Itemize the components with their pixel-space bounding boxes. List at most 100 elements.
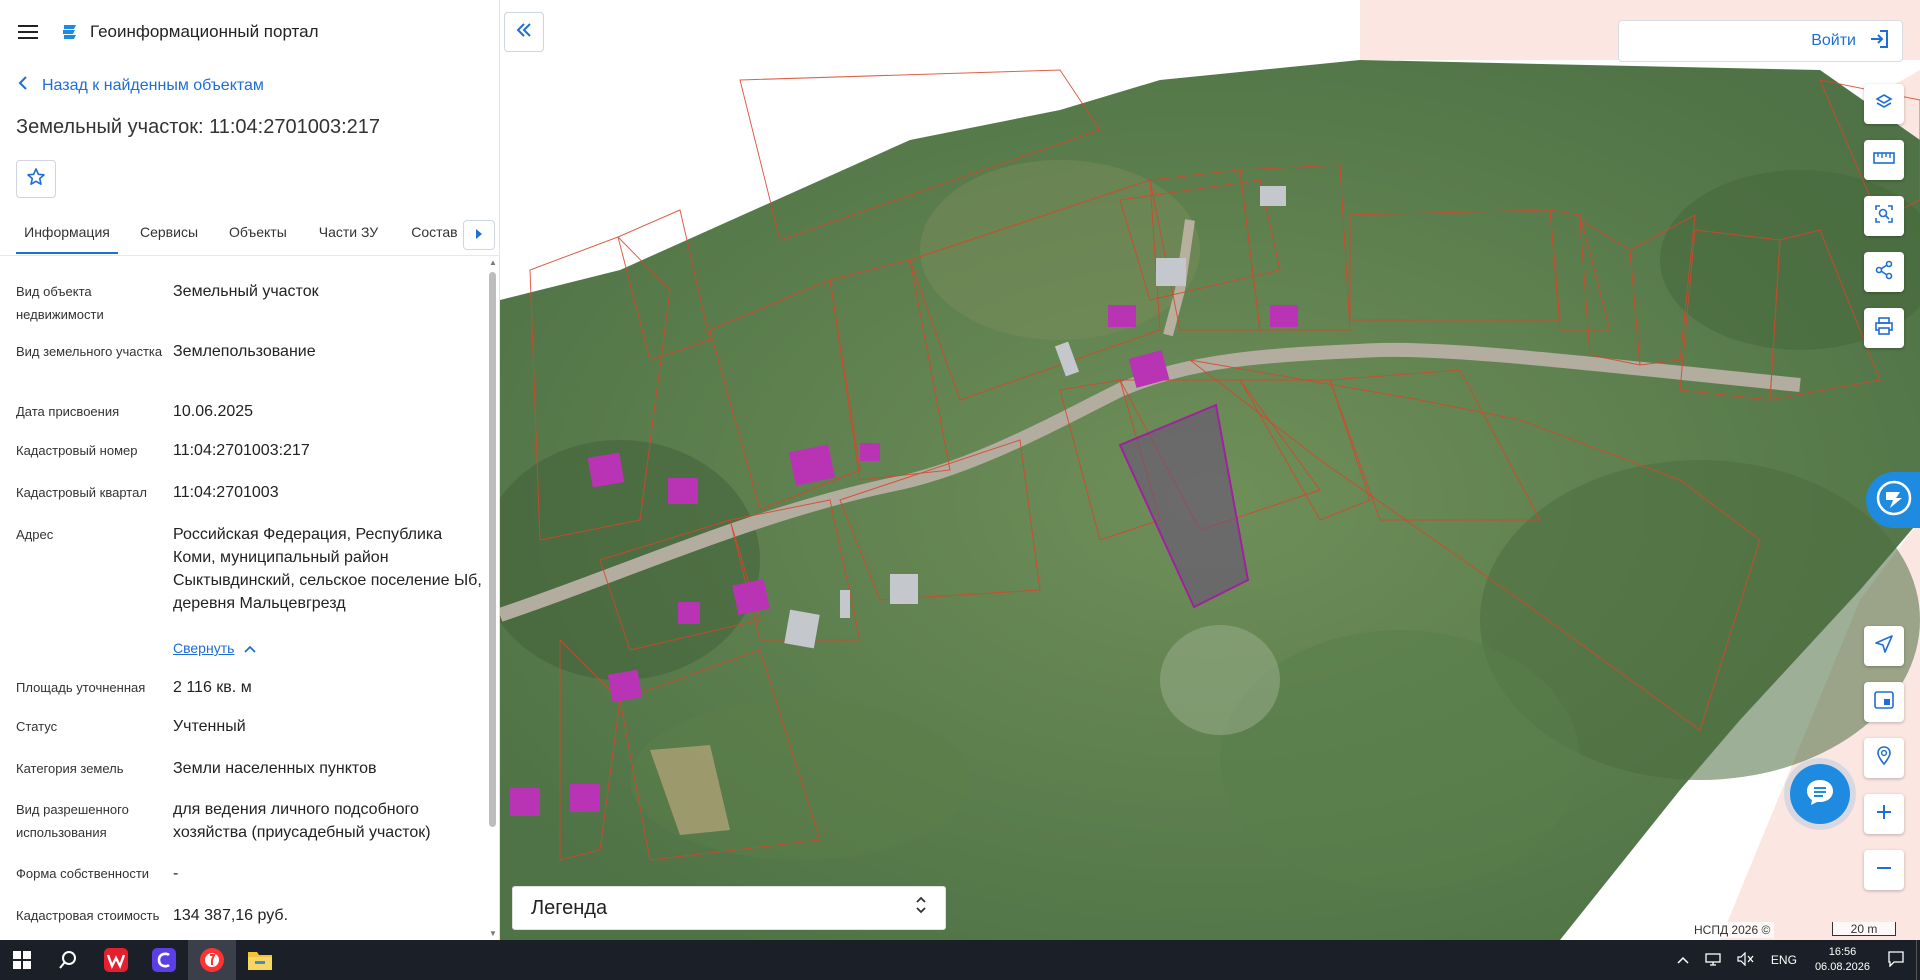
file-explorer-icon[interactable] [236, 940, 284, 980]
info-value: Землепользование [173, 343, 316, 360]
legend-label: Легенда [531, 896, 608, 919]
ruler-button[interactable] [1864, 140, 1904, 180]
info-panel: Геоинформационный портал Назад к найденн… [0, 0, 500, 940]
notifications-icon[interactable] [1888, 950, 1904, 970]
menu-icon[interactable] [18, 25, 38, 39]
collapse-address-link[interactable]: Свернуть [173, 640, 257, 656]
info-label: Вид объекта недвижимости [16, 284, 104, 322]
chevron-right-icon [475, 226, 483, 244]
map-view[interactable] [500, 0, 1920, 940]
collapse-label: Свернуть [173, 640, 235, 656]
collapse-panel-button[interactable] [504, 12, 544, 52]
info-label: Вид разрешенного использования [16, 802, 129, 840]
chat-icon [1805, 778, 1835, 811]
info-label: Вид земельного участка [16, 344, 163, 359]
wps-office-icon[interactable] [92, 940, 140, 980]
zoom-in-icon [1876, 804, 1892, 825]
info-label: Статус [16, 719, 58, 734]
layers-icon [1874, 92, 1894, 117]
clock[interactable]: 16:56 06.08.2026 [1815, 945, 1870, 975]
tab-composition[interactable]: Состав [411, 218, 457, 252]
panel-header: Геоинформационный портал [0, 0, 500, 64]
info-value: 11:04:2701003 [173, 484, 279, 501]
info-label: Площадь уточненная [16, 680, 146, 695]
windows-start-icon[interactable] [0, 940, 44, 980]
chat-button[interactable] [1790, 764, 1850, 824]
app-c-icon[interactable] [140, 940, 188, 980]
back-link-label: Назад к найденным объектам [42, 76, 264, 94]
tab-bar: Информация Сервисы Объекты Части ЗУ Сост… [0, 218, 500, 256]
volume-muted-icon[interactable] [1737, 951, 1755, 969]
chevron-up-icon[interactable] [1677, 953, 1689, 967]
info-label: Кадастровый квартал [16, 485, 147, 500]
clock-date: 06.08.2026 [1814, 961, 1870, 973]
tab-objects[interactable]: Объекты [229, 218, 287, 252]
assistant-icon [1874, 478, 1914, 523]
assistant-side-tab[interactable] [1866, 472, 1920, 528]
chevron-updown-icon [915, 895, 927, 921]
windows-taskbar: ENG 16:56 06.08.2026 [0, 940, 1920, 980]
info-label: Адрес [16, 527, 54, 542]
navigate-icon [1874, 634, 1894, 659]
scroll-thumb[interactable] [489, 272, 496, 827]
clock-time: 16:56 [1828, 946, 1857, 958]
back-to-results-link[interactable]: Назад к найденным объектам [18, 76, 264, 95]
object-title: Земельный участок: 11:04:2701003:217 [16, 116, 381, 138]
double-chevron-left-icon [516, 22, 532, 42]
info-value: 10.06.2025 [173, 403, 254, 420]
login-button[interactable]: Войти [1618, 20, 1903, 62]
navigate-button[interactable] [1864, 626, 1904, 666]
info-value: Земли населенных пунктов [173, 760, 377, 777]
info-value: 2 116 кв. м [173, 679, 252, 696]
info-scrollbar[interactable]: ▲ ▼ [488, 258, 498, 938]
share-icon [1874, 260, 1894, 285]
scroll-down-icon[interactable]: ▼ [489, 929, 497, 938]
info-label: Кадастровая стоимость [16, 908, 160, 923]
satellite-map [500, 0, 1920, 940]
select-area-icon [1874, 204, 1894, 229]
tab-parts[interactable]: Части ЗУ [319, 218, 378, 252]
select-area-button[interactable] [1864, 196, 1904, 236]
ruler-icon [1873, 151, 1895, 170]
geolocate-button[interactable] [1864, 738, 1904, 778]
info-label: Кадастровый номер [16, 443, 138, 458]
zoom-out-button[interactable] [1864, 850, 1904, 890]
info-list[interactable]: Вид объекта недвижимости Земельный участ… [0, 260, 490, 940]
info-label: Дата присвоения [16, 404, 120, 419]
tab-information[interactable]: Информация [16, 218, 118, 254]
layers-button[interactable] [1864, 84, 1904, 124]
language-indicator[interactable]: ENG [1771, 953, 1797, 967]
info-value: 11:04:2701003:217 [173, 442, 310, 459]
minimap-button[interactable] [1864, 682, 1904, 722]
portal-logo-icon [60, 22, 80, 42]
tab-services[interactable]: Сервисы [140, 218, 198, 252]
chevron-up-icon [244, 640, 257, 656]
info-value: для ведения личного подсобного хозяйства… [173, 801, 431, 841]
login-icon [1868, 28, 1890, 55]
star-icon [26, 167, 46, 192]
legend-panel[interactable]: Легенда [512, 886, 946, 930]
tabs-next-button[interactable] [463, 220, 495, 250]
system-tray: ENG 16:56 06.08.2026 [1669, 940, 1920, 980]
info-label: Форма собственности [16, 866, 150, 881]
scale-bar: 20 m [1832, 922, 1896, 936]
minimap-icon [1874, 690, 1894, 714]
info-value: Учтенный [173, 718, 246, 735]
network-icon[interactable] [1705, 952, 1721, 969]
yandex-browser-icon[interactable] [188, 940, 236, 980]
scroll-up-icon[interactable]: ▲ [489, 258, 497, 267]
portal-title: Геоинформационный портал [90, 22, 319, 41]
zoom-out-icon [1876, 860, 1892, 881]
zoom-in-button[interactable] [1864, 794, 1904, 834]
info-label: Категория земель [16, 761, 124, 776]
info-value: - [173, 865, 179, 882]
geolocate-icon [1874, 745, 1894, 771]
chevron-left-icon [18, 76, 28, 95]
address-value: Российская Федерация, Республика Коми, м… [173, 526, 482, 612]
info-value: 134 387,16 руб. [173, 907, 289, 924]
print-button[interactable] [1864, 308, 1904, 348]
favorite-button[interactable] [16, 160, 56, 198]
search-icon[interactable] [44, 940, 92, 980]
share-button[interactable] [1864, 252, 1904, 292]
info-value: Земельный участок [173, 283, 319, 300]
